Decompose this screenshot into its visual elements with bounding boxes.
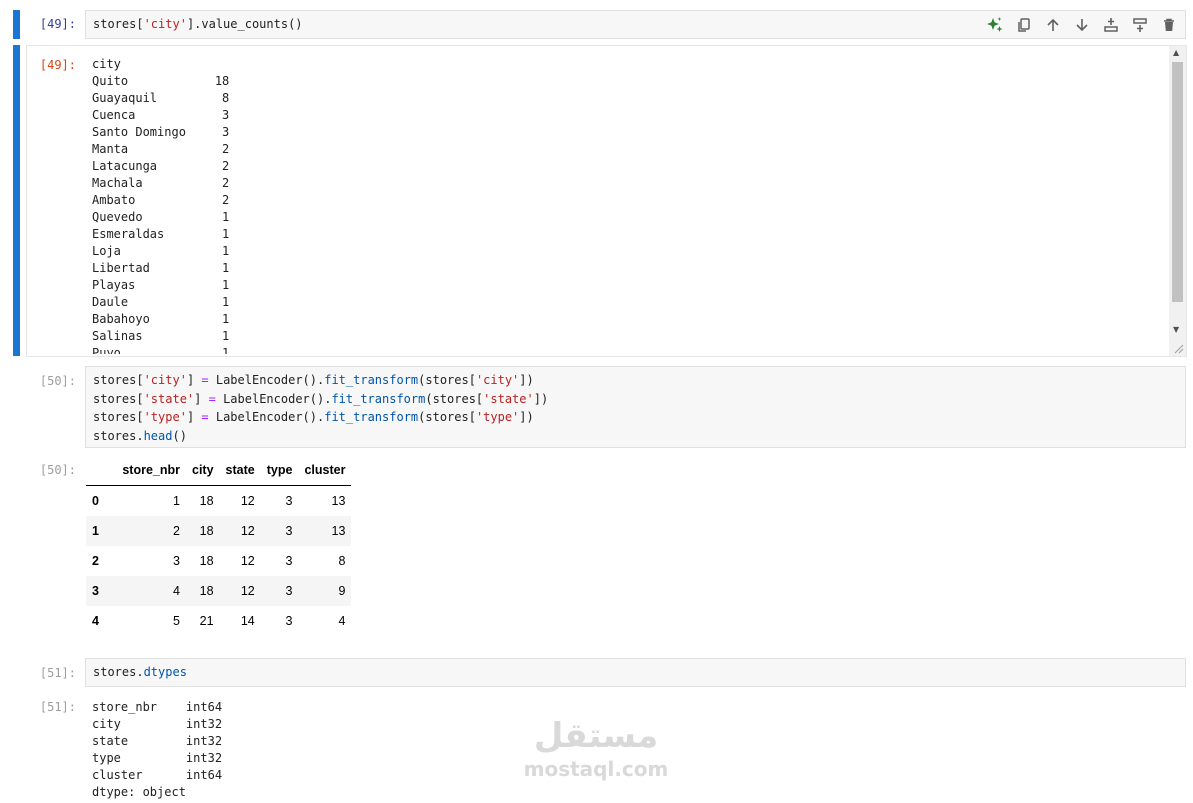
row-index: 2 bbox=[92, 554, 99, 568]
value-count-line: Playas 1 bbox=[92, 278, 230, 292]
cell-store-nbr: 2 bbox=[173, 524, 180, 538]
cell-state: 12 bbox=[240, 554, 255, 568]
scroll-up-icon[interactable]: ▲ bbox=[1173, 48, 1179, 57]
cell-cluster: 13 bbox=[331, 494, 346, 508]
code-line: stores.dtypes bbox=[93, 665, 187, 679]
code-line: stores['city'] = LabelEncoder().fit_tran… bbox=[93, 373, 534, 387]
dtype-line: type int32 bbox=[92, 751, 223, 765]
cell-type: 3 bbox=[285, 614, 293, 628]
cell-cluster: 8 bbox=[338, 554, 346, 568]
cell-city: 21 bbox=[199, 614, 214, 628]
table-row: 2 3 18 12 3 8 bbox=[86, 546, 352, 576]
mostaql-watermark: مستقل mostaql.com bbox=[520, 716, 672, 780]
column-header: cluster bbox=[298, 455, 352, 486]
scroll-down-icon[interactable]: ▼ bbox=[1173, 325, 1179, 334]
value-count-line: Libertad 1 bbox=[92, 261, 230, 275]
cell-state: 12 bbox=[240, 584, 255, 598]
row-index: 0 bbox=[92, 494, 99, 508]
cell-store-nbr: 3 bbox=[173, 554, 180, 568]
value-count-line: Cuenca 3 bbox=[92, 108, 230, 122]
value-count-line: Babahoyo 1 bbox=[92, 312, 230, 326]
value-count-line: Machala 2 bbox=[92, 176, 230, 190]
cell-type: 3 bbox=[285, 524, 293, 538]
dtype-line: store_nbr int64 bbox=[92, 700, 223, 714]
cell-cluster: 4 bbox=[338, 614, 346, 628]
watermark-latin: mostaql.com bbox=[523, 757, 669, 781]
code-line: stores['state'] = LabelEncoder().fit_tra… bbox=[93, 391, 549, 406]
value-count-line: Guayaquil 8 bbox=[92, 91, 230, 105]
table-row: 4 5 21 14 3 4 bbox=[86, 606, 352, 636]
resize-handle-icon[interactable] bbox=[1174, 344, 1184, 354]
vertical-scrollbar[interactable]: ▲ ▼ bbox=[1169, 46, 1186, 356]
code-line: stores.head() bbox=[93, 428, 187, 443]
cell-type: 3 bbox=[285, 494, 293, 508]
value-count-line: Ambato 2 bbox=[92, 193, 230, 207]
scrollbar-thumb[interactable] bbox=[1172, 62, 1183, 302]
code-editor[interactable]: stores.dtypes bbox=[85, 658, 1186, 687]
row-index: 1 bbox=[92, 524, 99, 538]
column-header: state bbox=[219, 455, 261, 486]
value-count-line: Esmeraldas 1 bbox=[92, 227, 230, 241]
column-header: city bbox=[186, 455, 220, 486]
dtype-line: state int32 bbox=[92, 734, 223, 748]
code-editor[interactable]: stores['city'] = LabelEncoder().fit_tran… bbox=[85, 366, 1186, 448]
cell-state: 12 bbox=[240, 494, 255, 508]
cell-store-nbr: 5 bbox=[173, 614, 180, 628]
cell-state: 14 bbox=[240, 614, 255, 628]
cell-city: 18 bbox=[199, 524, 214, 538]
dtype-line: cluster int64 bbox=[92, 768, 223, 782]
cell-store-nbr: 1 bbox=[173, 494, 180, 508]
value-count-line: Quito 18 bbox=[92, 74, 230, 88]
table-header-row: store_nbr city state type cluster bbox=[86, 455, 352, 486]
value-count-line: Latacunga 2 bbox=[92, 159, 230, 173]
value-count-line: Quevedo 1 bbox=[92, 210, 230, 224]
table-row: 0 1 18 12 3 13 bbox=[86, 485, 352, 516]
code-line: stores['type'] = LabelEncoder().fit_tran… bbox=[93, 410, 534, 424]
value-count-line: Manta 2 bbox=[92, 142, 230, 156]
cell-city: 18 bbox=[199, 494, 214, 508]
cell-type: 3 bbox=[285, 584, 293, 598]
cell-state: 12 bbox=[240, 524, 255, 538]
value-count-line: Salinas 1 bbox=[92, 329, 230, 343]
row-index: 4 bbox=[92, 614, 99, 628]
index-header bbox=[86, 455, 110, 486]
dataframe-table: store_nbr city state type cluster 0 1 18… bbox=[86, 455, 352, 636]
cell-type: 3 bbox=[285, 554, 293, 568]
cell-cluster: 9 bbox=[338, 584, 346, 598]
cell-cluster: 13 bbox=[331, 524, 346, 538]
column-header: type bbox=[260, 455, 299, 486]
cell-city: 18 bbox=[199, 554, 214, 568]
watermark-arabic: مستقل bbox=[533, 716, 659, 756]
output-prompt: [51]: bbox=[39, 700, 76, 714]
table-row: 3 4 18 12 3 9 bbox=[86, 576, 352, 606]
cell-city: 18 bbox=[199, 584, 214, 598]
table-row: 1 2 18 12 3 13 bbox=[86, 516, 352, 546]
value-count-line: Santo Domingo 3 bbox=[92, 125, 230, 139]
value-count-line: Daule 1 bbox=[92, 295, 230, 309]
value-counts-output: city Quito 18 Guayaquil 8 Cuenca 3 Santo Dom… bbox=[0, 0, 1165, 354]
cell-store-nbr: 4 bbox=[173, 584, 180, 598]
dtype-line: city int32 bbox=[92, 717, 223, 731]
column-header: store_nbr bbox=[110, 455, 186, 486]
value-count-line: Puyo 1 bbox=[92, 346, 230, 354]
dtype-line: dtype: object bbox=[92, 785, 186, 799]
input-prompt: [51]: bbox=[39, 666, 76, 680]
row-index: 3 bbox=[92, 584, 99, 598]
output-prompt: [50]: bbox=[39, 463, 76, 477]
input-prompt: [50]: bbox=[39, 374, 76, 388]
value-count-line: Loja 1 bbox=[92, 244, 230, 258]
series-name-line: city bbox=[92, 57, 121, 71]
